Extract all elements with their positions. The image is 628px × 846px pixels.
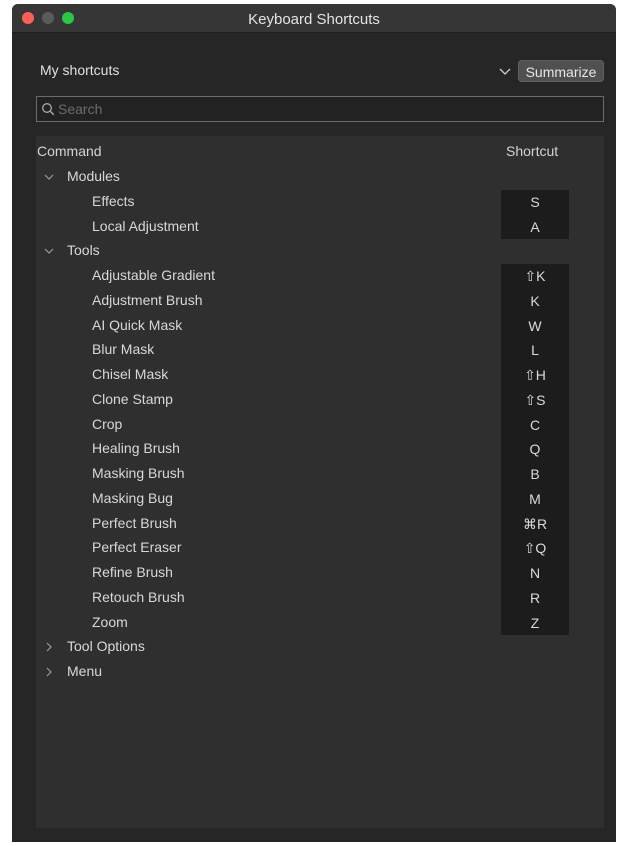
title-bar: Keyboard Shortcuts xyxy=(12,4,616,33)
search-input[interactable] xyxy=(58,97,588,121)
command-label: Perfect Brush xyxy=(92,514,177,531)
command-row[interactable]: Masking Bug M xyxy=(36,486,604,512)
window-title: Keyboard Shortcuts xyxy=(248,11,380,28)
command-row[interactable]: Effects S xyxy=(36,189,604,215)
command-label: Local Adjustment xyxy=(92,217,199,234)
command-row[interactable]: Adjustment Brush K xyxy=(36,288,604,314)
group-row[interactable]: Tool Options xyxy=(36,635,604,660)
shortcut-set-dropdown[interactable]: My shortcuts xyxy=(40,62,119,78)
shortcut-key[interactable]: N xyxy=(501,561,569,586)
command-label: Zoom xyxy=(92,613,128,630)
command-row[interactable]: Zoom Z xyxy=(36,610,604,636)
shortcut-key[interactable]: Q xyxy=(501,437,569,462)
command-label: Masking Bug xyxy=(92,489,173,506)
shortcuts-table: Command Shortcut Modules Effects S Local Ad… xyxy=(36,136,604,828)
command-row[interactable]: Healing Brush Q xyxy=(36,437,604,462)
command-row[interactable]: Perfect Eraser ⇧Q xyxy=(36,536,604,561)
chevron-right-icon[interactable] xyxy=(42,665,56,679)
command-label: Crop xyxy=(92,415,123,432)
command-row[interactable]: Adjustable Gradient ⇧K xyxy=(36,264,604,289)
command-label: Healing Brush xyxy=(92,440,180,457)
shortcut-key[interactable]: ⇧S xyxy=(501,387,569,413)
shortcut-column-header: Shortcut xyxy=(506,143,559,159)
group-row[interactable]: Menu xyxy=(36,660,604,685)
keyboard-shortcuts-window: Keyboard Shortcuts My shortcuts Summariz… xyxy=(12,4,616,842)
shortcut-key[interactable]: A xyxy=(501,214,569,240)
search-icon xyxy=(42,103,55,116)
command-label: Adjustable Gradient xyxy=(92,267,215,283)
command-label: Retouch Brush xyxy=(92,588,185,605)
search-field[interactable] xyxy=(36,96,604,122)
command-column-header: Command xyxy=(37,143,102,159)
shortcut-key[interactable]: K xyxy=(501,288,569,314)
group-label: Modules xyxy=(67,168,120,184)
shortcut-key[interactable]: R xyxy=(501,585,569,611)
shortcut-key[interactable]: L xyxy=(501,338,569,363)
command-row[interactable]: Crop C xyxy=(36,412,604,438)
group-label: Menu xyxy=(67,663,103,679)
command-row[interactable]: Retouch Brush R xyxy=(36,585,604,611)
command-row[interactable]: Masking Brush B xyxy=(36,462,604,487)
command-row[interactable]: Clone Stamp ⇧S xyxy=(36,387,604,413)
shortcut-key[interactable]: ⇧H xyxy=(501,363,569,388)
shortcut-key[interactable]: Z xyxy=(501,610,569,636)
command-label: Perfect Eraser xyxy=(92,539,182,556)
command-row[interactable]: Refine Brush N xyxy=(36,561,604,586)
chevron-right-icon[interactable] xyxy=(42,640,56,654)
command-row[interactable]: Local Adjustment A xyxy=(36,214,604,240)
group-label: Tools xyxy=(67,242,100,259)
shortcut-key[interactable]: M xyxy=(501,486,569,512)
group-row[interactable]: Modules xyxy=(36,165,604,190)
command-label: Chisel Mask xyxy=(92,366,169,382)
group-label: Tool Options xyxy=(67,638,145,655)
command-label: Clone Stamp xyxy=(92,390,173,407)
shortcut-key[interactable]: ⌘R xyxy=(501,511,569,537)
command-label: Effects xyxy=(92,192,135,209)
command-label: Adjustment Brush xyxy=(92,291,203,308)
shortcut-key[interactable]: ⇧K xyxy=(501,264,569,289)
group-row[interactable]: Tools xyxy=(36,239,604,264)
shortcut-key[interactable]: W xyxy=(501,313,569,339)
chevron-down-icon[interactable] xyxy=(497,64,513,78)
command-row[interactable]: Blur Mask L xyxy=(36,338,604,363)
command-label: AI Quick Mask xyxy=(92,316,183,333)
command-label: Blur Mask xyxy=(92,341,155,358)
command-label: Masking Brush xyxy=(92,465,185,481)
chevron-down-icon[interactable] xyxy=(42,244,56,258)
shortcut-key[interactable]: S xyxy=(501,189,569,215)
command-row[interactable]: Chisel Mask ⇧H xyxy=(36,363,604,388)
summarize-button[interactable]: Summarize xyxy=(518,60,604,82)
command-row[interactable]: AI Quick Mask W xyxy=(36,313,604,339)
shortcut-key[interactable]: ⇧Q xyxy=(501,536,569,561)
command-label: Refine Brush xyxy=(92,564,173,580)
shortcut-rows: Modules Effects S Local Adjustment A Tools Adj… xyxy=(36,165,604,685)
chevron-down-icon[interactable] xyxy=(42,170,56,184)
shortcut-key[interactable]: C xyxy=(501,412,569,438)
shortcut-key[interactable]: B xyxy=(501,462,569,487)
command-row[interactable]: Perfect Brush ⌘R xyxy=(36,511,604,537)
